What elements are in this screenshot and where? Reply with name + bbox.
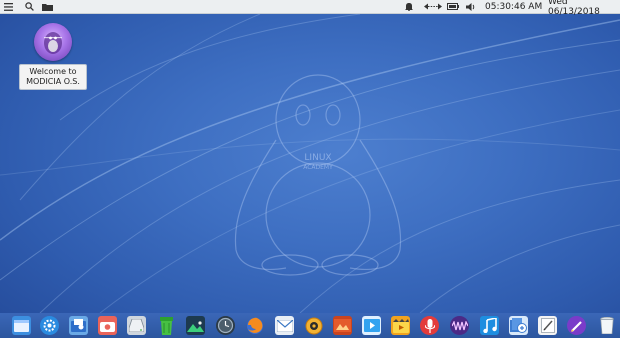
welcome-label-line2: MODICIA O.S.	[26, 77, 80, 86]
pen-icon[interactable]	[567, 316, 586, 335]
desktop: LINUX ACADEMY 05:30:46 AM Wed 06/13/2018	[0, 0, 620, 338]
network-icon[interactable]	[424, 0, 442, 13]
modicia-logo-icon	[34, 23, 72, 61]
top-panel: 05:30:46 AM Wed 06/13/2018	[0, 0, 620, 17]
date[interactable]: Wed 06/13/2018	[548, 0, 620, 17]
welcome-label-line1: Welcome to	[29, 67, 77, 76]
gallery-icon[interactable]	[333, 316, 352, 335]
files-icon[interactable]	[12, 316, 31, 335]
finder-icon[interactable]	[69, 316, 88, 335]
volume-icon[interactable]	[466, 0, 476, 13]
waveform-icon[interactable]	[450, 316, 469, 335]
search-icon[interactable]	[25, 0, 34, 13]
video-editor-icon[interactable]	[391, 316, 410, 335]
welcome-icon-label: Welcome to MODICIA O.S.	[19, 64, 87, 90]
wallpaper-text-line1: LINUX	[304, 153, 331, 163]
folder-icon[interactable]	[42, 0, 53, 13]
trash-icon[interactable]	[597, 316, 616, 335]
menu-icon[interactable]	[4, 0, 13, 13]
xnview-icon[interactable]	[304, 316, 323, 335]
disk-icon[interactable]	[127, 316, 146, 335]
battery-icon[interactable]	[447, 0, 459, 13]
wallpaper: LINUX ACADEMY	[0, 13, 620, 314]
clock-icon[interactable]	[216, 316, 235, 335]
video-player-icon[interactable]	[362, 316, 381, 335]
settings-icon[interactable]	[40, 316, 59, 335]
text-editor-icon[interactable]	[538, 316, 557, 335]
wallpaper-text-line2: ACADEMY	[303, 164, 333, 171]
backup-icon[interactable]	[509, 316, 528, 335]
welcome-desktop-icon[interactable]: Welcome to MODICIA O.S.	[18, 23, 88, 90]
screenshot-icon[interactable]	[98, 316, 117, 335]
bell-icon[interactable]	[405, 0, 413, 13]
tux-watermark	[234, 74, 402, 276]
music-icon[interactable]	[480, 316, 499, 335]
recorder-icon[interactable]	[420, 316, 439, 335]
mail-icon[interactable]	[275, 316, 294, 335]
firefox-icon[interactable]	[245, 316, 264, 335]
trash-bin-icon[interactable]	[157, 316, 176, 335]
clock[interactable]: 05:30:46 AM	[485, 0, 542, 13]
photos-icon[interactable]	[186, 316, 205, 335]
